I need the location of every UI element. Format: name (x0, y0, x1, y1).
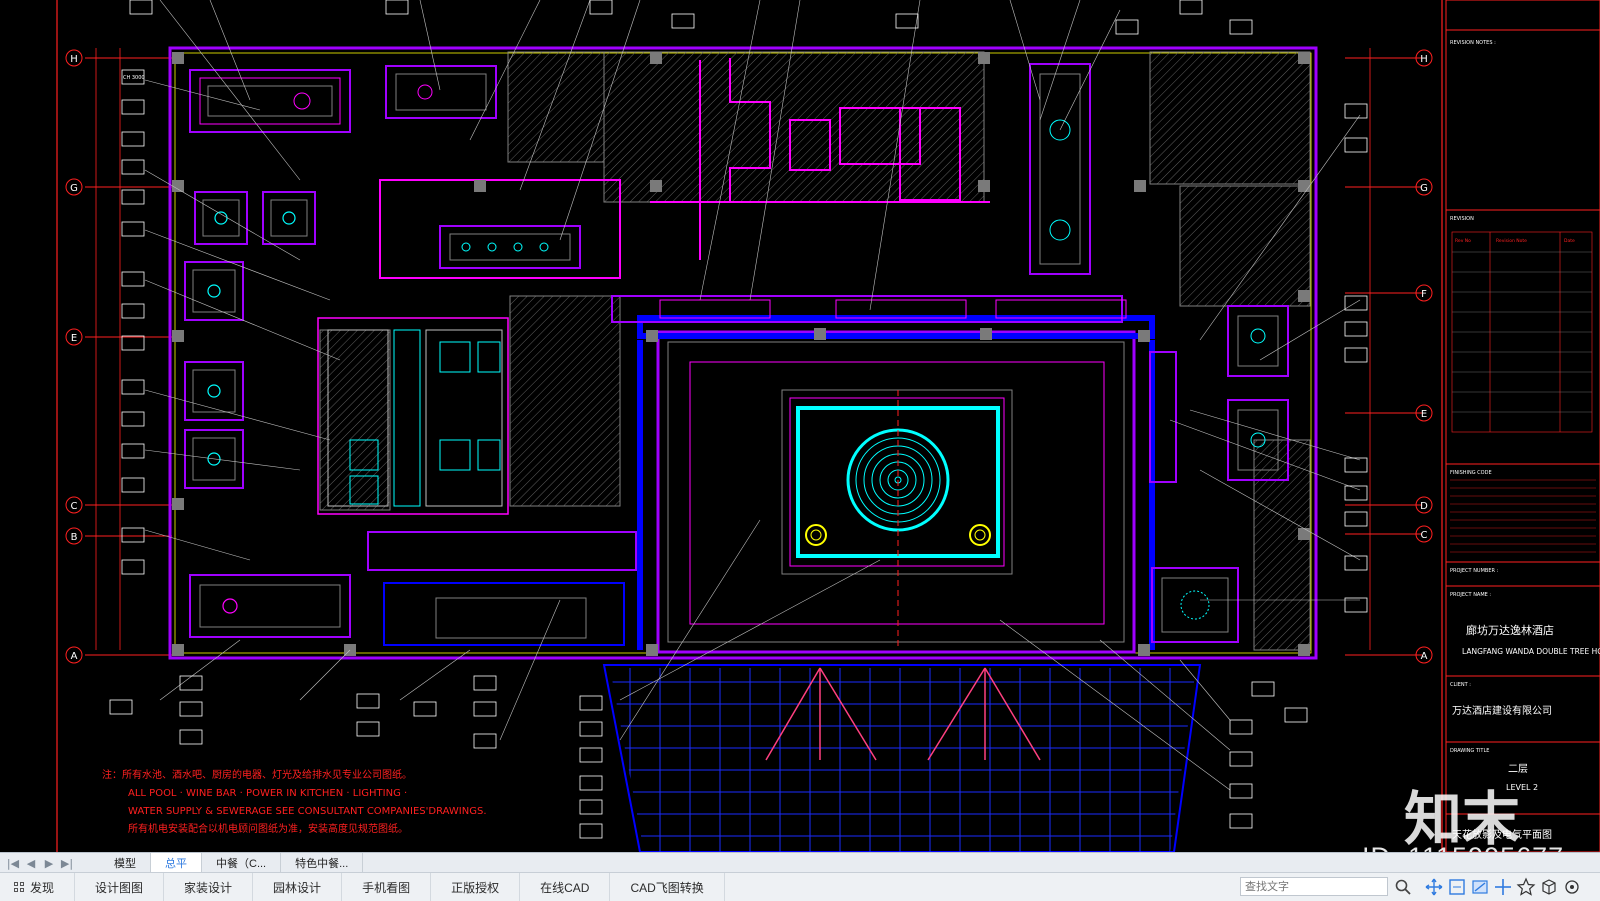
tab-specialty-chinese[interactable]: 特色中餐... (281, 853, 364, 873)
axis-label-left-3: E (71, 333, 77, 344)
home-design-button[interactable]: 家装设计 (164, 873, 254, 901)
license-button[interactable]: 正版授权 (431, 873, 521, 901)
project-name-en: LANGFANG WANDA DOUBLE TREE HOTEL (1462, 647, 1600, 656)
tab-master-plan[interactable]: 总平 (151, 853, 202, 873)
tab-model[interactable]: 模型 (100, 853, 151, 873)
finishing-code-label: FINISHING CODE (1450, 470, 1492, 476)
axis-label-right-2: G (1420, 183, 1428, 194)
crosshair-icon[interactable] (1493, 877, 1513, 897)
axis-label-right-5: D (1420, 501, 1428, 512)
note-line-4: 所有机电安装配合以机电顾问图纸为准，安装高度见规范图纸。 (128, 822, 408, 835)
tab-last-button[interactable]: ▶| (60, 857, 74, 870)
zoom-window-icon[interactable] (1447, 877, 1467, 897)
project-number-label: PROJECT NUMBER : (1450, 568, 1499, 574)
left-axis-bubbles (65, 49, 83, 664)
note-line-2: ALL POOL · WINE BAR · POWER IN KITCHEN ·… (128, 788, 407, 799)
axis-label-left-6: A (71, 651, 78, 662)
note-line-1: 注：所有水池、酒水吧、厨房的电器、灯光及给排水见专业公司图纸。 (102, 768, 412, 781)
client-label: CLIENT : (1450, 682, 1471, 688)
settings-icon[interactable] (1562, 877, 1582, 897)
drawing-title-label: DRAWING TITLE (1450, 748, 1489, 754)
axis-label-right-8: A (1421, 651, 1428, 662)
mobile-viewer-button[interactable]: 手机看图 (342, 873, 432, 901)
project-name-label: PROJECT NAME : (1450, 592, 1491, 598)
ceiling-tag-sample: CH 3000 (123, 75, 145, 81)
pool-area (602, 664, 1202, 852)
tab-navigation: |◀ ◀ ▶ ▶| (0, 853, 80, 873)
axis-label-right-1: H (1420, 54, 1428, 65)
search-icon[interactable] (1394, 878, 1412, 896)
revision-notes-label: REVISION NOTES : (1450, 40, 1496, 46)
axis-label-left-1: H (70, 54, 78, 65)
tab-chinese-restaurant[interactable]: 中餐（C... (202, 853, 282, 873)
cad-drawing-canvas[interactable]: H G E C B A H G F E D C B A (0, 0, 1600, 852)
cube-icon[interactable] (1539, 877, 1559, 897)
title-block: REVISION NOTES : REVISION Rev No Revisio… (1445, 0, 1600, 852)
find-text-input[interactable] (1240, 877, 1388, 896)
floor-plan (168, 46, 1318, 660)
cad-convert-button[interactable]: CAD飞图转换 (610, 873, 725, 901)
star-icon[interactable] (1516, 877, 1536, 897)
landscape-design-button[interactable]: 园林设计 (253, 873, 343, 901)
axis-label-right-4: E (1421, 409, 1427, 420)
tab-prev-button[interactable]: ◀ (24, 857, 38, 870)
client-name: 万达酒店建设有限公司 (1452, 704, 1552, 717)
view-tools (1424, 877, 1582, 897)
measure-icon[interactable] (1470, 877, 1490, 897)
grid-icon (14, 882, 24, 892)
rev-no-header: Rev No (1455, 238, 1471, 244)
axis-label-left-4: C (71, 501, 78, 512)
note-line-3: WATER SUPPLY & SEWERAGE SEE CONSULTANT C… (128, 806, 487, 817)
project-name-cn: 廊坊万达逸林酒店 (1466, 623, 1554, 637)
revision-note-header: Revision Note (1496, 238, 1527, 244)
axis-label-left-2: G (70, 183, 78, 194)
tab-first-button[interactable]: |◀ (6, 857, 20, 870)
layout-tab-bar: |◀ ◀ ▶ ▶| 模型 总平 中餐（C... 特色中餐... (0, 852, 1600, 873)
revision-label: REVISION (1450, 216, 1474, 222)
left-grid-axis (85, 48, 172, 656)
date-header: Date (1564, 238, 1575, 244)
tab-next-button[interactable]: ▶ (42, 857, 56, 870)
discover-button[interactable]: 发现 (0, 873, 76, 901)
online-cad-button[interactable]: 在线CAD (520, 873, 611, 901)
axis-label-left-5: B (71, 532, 78, 543)
axis-label-right-3: F (1421, 289, 1427, 300)
discover-label: 发现 (30, 880, 55, 895)
bottom-toolbar: 发现 设计图图 家装设计 园林设计 手机看图 正版授权 在线CAD CAD飞图转… (0, 872, 1600, 901)
pan-icon[interactable] (1424, 877, 1444, 897)
design-drawings-button[interactable]: 设计图图 (75, 873, 165, 901)
